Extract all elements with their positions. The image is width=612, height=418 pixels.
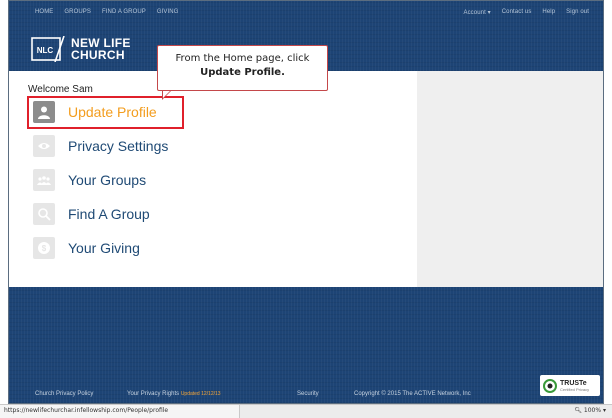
- instruction-callout: From the Home page, click Update Profile…: [157, 45, 328, 91]
- logo-wordmark: NEW LIFE CHURCH: [71, 37, 131, 61]
- right-sidebar: [417, 71, 603, 287]
- logo-badge-text: NLC: [37, 46, 54, 55]
- callout-line-2: Update Profile.: [200, 67, 285, 78]
- browser-page: HOME GROUPS FIND A GROUP GIVING Account …: [8, 0, 604, 404]
- menu-label-your-giving: Your Giving: [68, 240, 140, 256]
- truste-label: TRUSTe: [560, 379, 587, 387]
- menu-item-find-a-group[interactable]: Find A Group: [25, 203, 325, 225]
- nav-sign-out[interactable]: Sign out: [566, 9, 589, 16]
- menu-item-your-giving[interactable]: $ Your Giving: [25, 237, 325, 259]
- nav-help[interactable]: Help: [542, 9, 555, 16]
- dollar-icon: $: [33, 237, 55, 259]
- status-url: https://newlifechurchar.infellowship.com…: [4, 407, 169, 414]
- main-nav: HOME GROUPS FIND A GROUP GIVING: [35, 9, 179, 15]
- svg-text:$: $: [42, 244, 47, 253]
- person-icon: [33, 101, 55, 123]
- nav-home[interactable]: HOME: [35, 9, 53, 15]
- church-logo[interactable]: NLC NEW LIFE CHURCH: [31, 35, 131, 63]
- nav-contact-us[interactable]: Contact us: [502, 9, 532, 16]
- magnifier-icon: [33, 203, 55, 225]
- truste-seal[interactable]: TRUSTe Certified Privacy: [540, 375, 600, 396]
- logo-line-2: CHURCH: [71, 48, 125, 62]
- footer-copyright: Copyright © 2015 The ACTIVE Network, Inc: [354, 391, 471, 397]
- welcome-heading: Welcome Sam: [28, 84, 93, 95]
- truste-logo-icon: [543, 378, 557, 393]
- people-icon: [33, 169, 55, 191]
- footer-privacy-rights-label: Your Privacy Rights: [127, 391, 180, 397]
- page-footer: Church Privacy Policy Your Privacy Right…: [9, 385, 603, 403]
- menu-item-privacy-settings[interactable]: Privacy Settings: [25, 135, 325, 157]
- home-menu: Update Profile Privacy Settings Your Gro…: [25, 96, 325, 271]
- callout-line-1: From the Home page, click: [175, 53, 310, 64]
- footer-security[interactable]: Security: [297, 391, 319, 397]
- nlc-badge-icon: NLC: [31, 36, 65, 62]
- menu-label-update-profile: Update Profile: [68, 104, 157, 120]
- nav-find-a-group[interactable]: FIND A GROUP: [102, 9, 146, 15]
- zoom-level[interactable]: 🔍︎ 100% ▾: [574, 407, 606, 414]
- nav-giving[interactable]: GIVING: [157, 9, 179, 15]
- footer-privacy-rights[interactable]: Your Privacy Rights Updated 12/12/13: [127, 391, 221, 397]
- top-navigation: HOME GROUPS FIND A GROUP GIVING Account …: [9, 1, 603, 23]
- nav-groups[interactable]: GROUPS: [64, 9, 91, 15]
- browser-status-bar: https://newlifechurchar.infellowship.com…: [0, 404, 612, 418]
- menu-label-privacy-settings: Privacy Settings: [68, 138, 169, 154]
- home-panel: Welcome Sam Update Profile Privacy Setti…: [9, 71, 417, 287]
- menu-label-your-groups: Your Groups: [68, 172, 147, 188]
- zoom-value: 100%: [583, 407, 602, 414]
- menu-label-find-a-group: Find A Group: [68, 206, 150, 222]
- nav-account-dropdown[interactable]: Account ▾: [463, 9, 490, 16]
- account-nav: Account ▾ Contact us Help Sign out: [463, 9, 589, 16]
- menu-item-update-profile[interactable]: Update Profile: [25, 96, 325, 129]
- footer-updated-note: Updated 12/12/13: [180, 391, 221, 397]
- footer-privacy-policy[interactable]: Church Privacy Policy: [35, 391, 93, 397]
- eye-icon: [33, 135, 55, 157]
- truste-sublabel: Certified Privacy: [560, 386, 590, 392]
- menu-item-your-groups[interactable]: Your Groups: [25, 169, 325, 191]
